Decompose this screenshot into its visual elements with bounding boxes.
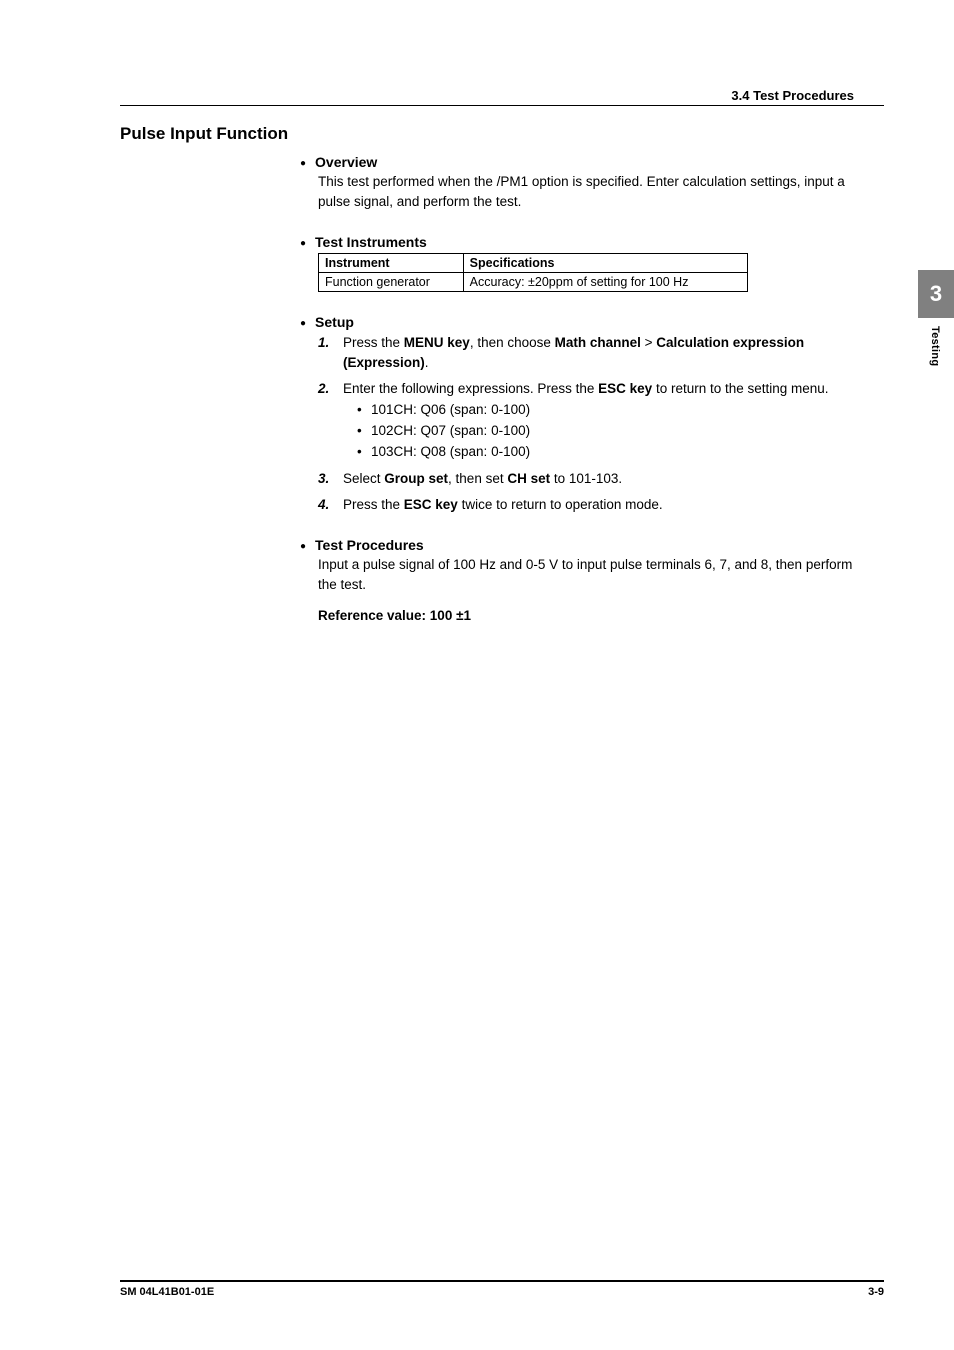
step-number: 3.	[318, 469, 329, 489]
reference-value: Reference value: 100 ±1	[300, 608, 874, 623]
procedures-heading: Test Procedures	[300, 537, 874, 553]
step-item: 4. Press the ESC key twice to return to o…	[318, 495, 874, 515]
overview-heading: Overview	[300, 154, 874, 170]
footer: SM 04L41B01-01E 3-9	[120, 1280, 884, 1298]
text-segment: twice to return to operation mode.	[458, 497, 663, 512]
cell-spec: Accuracy: ±20ppm of setting for 100 Hz	[463, 272, 747, 291]
overview-text: This test performed when the /PM1 option…	[300, 172, 874, 212]
text-segment: Press the	[343, 497, 404, 512]
step-body: Press the MENU key, then choose Math cha…	[343, 335, 804, 370]
sub-bullets: 101CH: Q06 (span: 0-100)102CH: Q07 (span…	[343, 400, 874, 463]
table-row: Function generator Accuracy: ±20ppm of s…	[319, 272, 748, 291]
chapter-label: Testing	[929, 318, 941, 366]
instruments-table: Instrument Specifications Function gener…	[318, 253, 748, 292]
setup-steps: 1. Press the MENU key, then choose Math c…	[300, 333, 874, 515]
content: Overview This test performed when the /P…	[120, 154, 884, 623]
step-body: Press the ESC key twice to return to ope…	[343, 497, 663, 512]
step-number: 1.	[318, 333, 329, 353]
step-item: 1. Press the MENU key, then choose Math c…	[318, 333, 874, 373]
text-segment: ESC key	[404, 497, 458, 512]
text-segment: , then set	[448, 471, 507, 486]
instruments-heading: Test Instruments	[300, 234, 874, 250]
footer-rule	[120, 1280, 884, 1282]
text-segment: Group set	[384, 471, 448, 486]
text-segment: .	[425, 355, 429, 370]
cell-instrument: Function generator	[319, 272, 464, 291]
step-number: 2.	[318, 379, 329, 399]
text-segment: ESC key	[598, 381, 652, 396]
text-segment: CH set	[507, 471, 550, 486]
setup-heading: Setup	[300, 314, 874, 330]
section-reference: 3.4 Test Procedures	[120, 88, 884, 103]
header-rule	[120, 105, 884, 106]
bullet-item: 103CH: Q08 (span: 0-100)	[357, 442, 874, 463]
text-segment: Math channel	[555, 335, 641, 350]
step-item: 3. Select Group set, then set CH set to 1…	[318, 469, 874, 489]
text-segment: to return to the setting menu.	[652, 381, 828, 396]
col-spec: Specifications	[463, 253, 747, 272]
chapter-tab: 3 Testing	[918, 270, 954, 366]
text-segment: >	[641, 335, 656, 350]
step-body: Select Group set, then set CH set to 101…	[343, 471, 622, 486]
step-body: Enter the following expressions. Press t…	[343, 381, 829, 396]
col-instrument: Instrument	[319, 253, 464, 272]
page: 3.4 Test Procedures Pulse Input Function…	[0, 0, 954, 1350]
text-segment: to 101-103.	[550, 471, 622, 486]
bullet-item: 101CH: Q06 (span: 0-100)	[357, 400, 874, 421]
step-item: 2. Enter the following expressions. Press…	[318, 379, 874, 463]
procedures-text: Input a pulse signal of 100 Hz and 0-5 V…	[300, 555, 874, 595]
page-title: Pulse Input Function	[120, 124, 884, 144]
footer-left: SM 04L41B01-01E	[120, 1286, 214, 1298]
table-header-row: Instrument Specifications	[319, 253, 748, 272]
text-segment: , then choose	[470, 335, 555, 350]
footer-row: SM 04L41B01-01E 3-9	[120, 1286, 884, 1298]
text-segment: Select	[343, 471, 384, 486]
bullet-item: 102CH: Q07 (span: 0-100)	[357, 421, 874, 442]
text-segment: Enter the following expressions. Press t…	[343, 381, 598, 396]
chapter-number: 3	[918, 270, 954, 318]
footer-right: 3-9	[868, 1286, 884, 1298]
text-segment: MENU key	[404, 335, 470, 350]
text-segment: Press the	[343, 335, 404, 350]
step-number: 4.	[318, 495, 329, 515]
